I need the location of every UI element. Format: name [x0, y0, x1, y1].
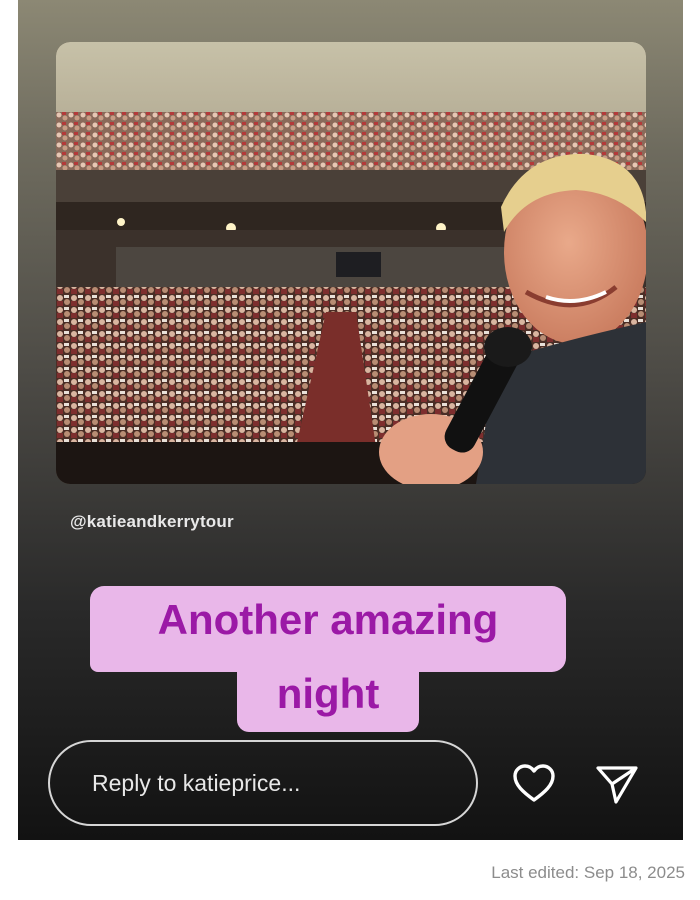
last-edited-label: Last edited: Sep 18, 2025	[491, 863, 685, 882]
story-photo[interactable]	[56, 42, 646, 484]
like-button[interactable]	[508, 757, 560, 809]
share-button[interactable]	[591, 757, 643, 809]
reply-input[interactable]	[90, 768, 476, 798]
heart-icon	[513, 764, 555, 802]
caption-text-line-1: Another amazing	[90, 586, 566, 672]
send-icon	[596, 766, 638, 804]
reply-field[interactable]	[48, 740, 478, 826]
story-viewer: @katieandkerrytour Another amazing night	[18, 0, 683, 840]
mention-handle[interactable]: @katieandkerrytour	[70, 512, 234, 532]
caption-text-line-2: night	[237, 666, 419, 732]
concert-selfie-image	[56, 42, 646, 484]
